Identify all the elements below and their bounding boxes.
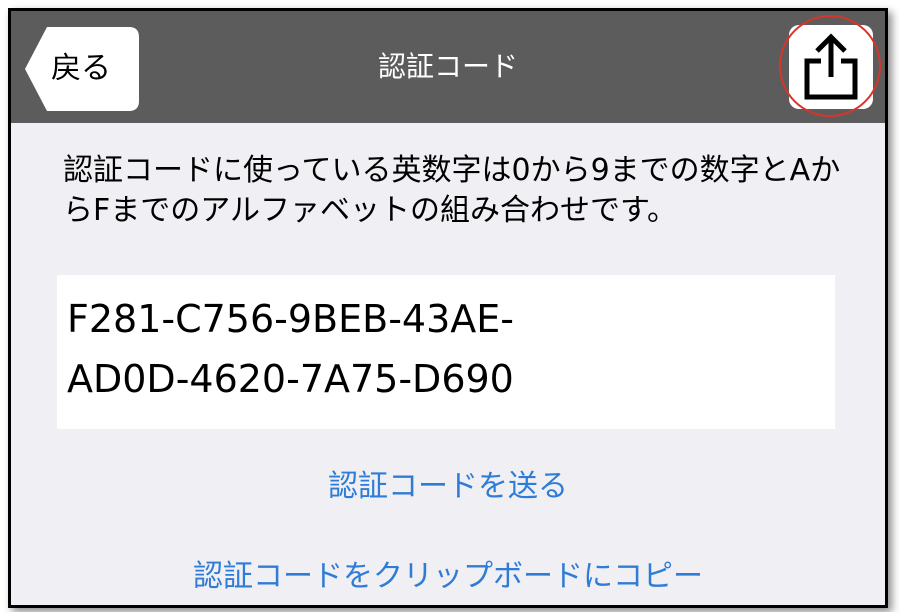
share-button[interactable] — [789, 25, 873, 109]
auth-code-line-1: F281-C756-9BEB-43AE- — [67, 297, 514, 341]
auth-code-line-2: AD0D-4620-7A75-D690 — [67, 357, 514, 401]
auth-code-box: F281-C756-9BEB-43AE- AD0D-4620-7A75-D690 — [57, 275, 835, 429]
description-text: 認証コードに使っている英数字は0から9までの数字とAからFまでのアルファベットの… — [63, 153, 841, 228]
back-button-label: 戻る — [51, 51, 111, 86]
page-title: 認証コード — [377, 50, 518, 83]
copy-to-clipboard-link[interactable]: 認証コードをクリップボードにコピー — [11, 551, 885, 595]
send-code-link[interactable]: 認証コードを送る — [11, 461, 885, 505]
screen-frame: 戻る 認証コード 認証コードに使っている英数字は0から9までの数字とAからFまで… — [8, 8, 888, 608]
back-button[interactable]: 戻る — [25, 27, 139, 111]
share-icon — [804, 33, 858, 100]
navigation-bar: 戻る 認証コード — [11, 11, 885, 123]
